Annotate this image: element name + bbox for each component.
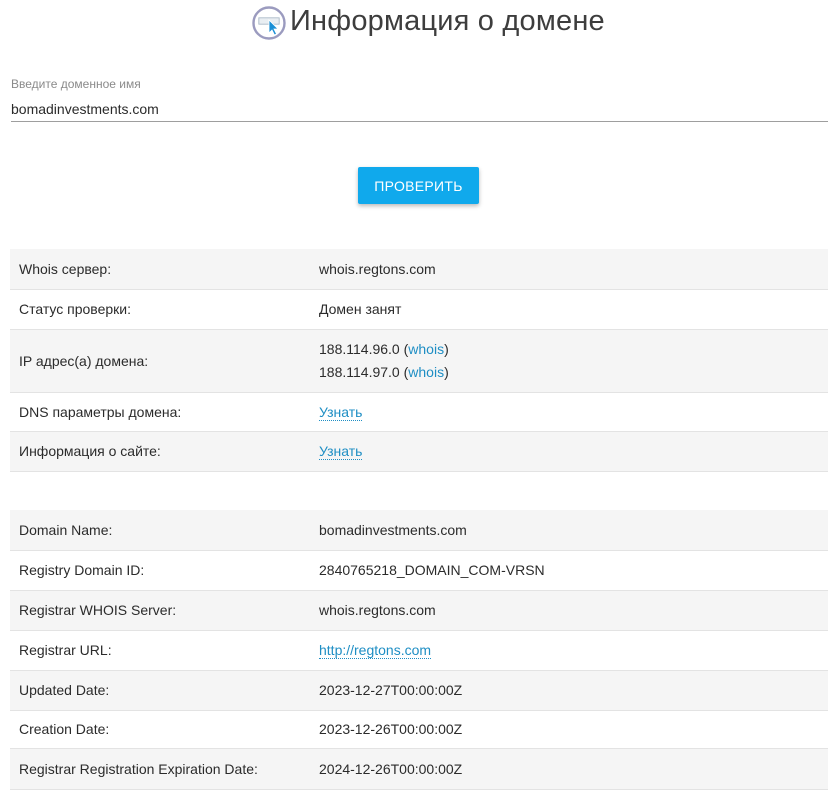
ip-whois-link[interactable]: whois [408, 341, 444, 357]
domain-search-icon [252, 6, 286, 40]
status-label: Статус проверки: [10, 289, 310, 330]
site-info-label: Информация о сайте: [10, 431, 310, 472]
registrar-url-link[interactable]: http://regtons.com [319, 642, 432, 659]
whois-table: Domain Name: bomadinvestments.com Regist… [10, 510, 828, 790]
domain-field-label: Введите доменное имя [11, 77, 141, 91]
table-row: Registrar URL: http://regtons.com [10, 630, 828, 671]
table-row: Информация о сайте: Узнать [10, 431, 828, 472]
whois-field-label: Updated Date: [10, 670, 310, 711]
summary-table: Whois сервер: whois.regtons.com Статус п… [10, 249, 828, 472]
whois-field-label: Registrar Registration Expiration Date: [10, 748, 310, 790]
page-title: Информация о домене [290, 5, 605, 37]
domain-input[interactable] [11, 96, 828, 122]
status-value: Домен занят [310, 289, 828, 330]
ip-line: 188.114.96.0 (whois) [319, 340, 449, 357]
table-row: Статус проверки: Домен занят [10, 289, 828, 330]
whois-field-label: Creation Date: [10, 710, 310, 749]
ip-whois-link[interactable]: whois [408, 364, 444, 380]
table-row: Registrar WHOIS Server: whois.regtons.co… [10, 590, 828, 631]
whois-field-label: Registrar URL: [10, 630, 310, 671]
page-header: Информация о домене [0, 0, 834, 50]
whois-field-value: 2023-12-27T00:00:00Z [310, 670, 828, 711]
ip-address: 188.114.97.0 [319, 363, 400, 380]
whois-field-value: bomadinvestments.com [310, 510, 828, 551]
table-row: Registry Domain ID: 2840765218_DOMAIN_CO… [10, 550, 828, 591]
table-row: Whois сервер: whois.regtons.com [10, 249, 828, 290]
table-row: Domain Name: bomadinvestments.com [10, 510, 828, 551]
whois-field-value: 2840765218_DOMAIN_COM-VRSN [310, 550, 828, 591]
whois-server-value: whois.regtons.com [310, 249, 828, 290]
dns-check-link[interactable]: Узнать [319, 403, 363, 421]
whois-field-value: 2023-12-26T00:00:00Z [310, 710, 828, 749]
site-info-value: Узнать [310, 431, 828, 472]
site-info-link[interactable]: Узнать [319, 443, 363, 460]
ip-address: 188.114.96.0 [319, 340, 400, 357]
table-row: Updated Date: 2023-12-27T00:00:00Z [10, 670, 828, 711]
ip-line: 188.114.97.0 (whois) [319, 363, 449, 380]
table-row: DNS параметры домена: Узнать [10, 392, 828, 432]
dns-value: Узнать [310, 392, 828, 432]
whois-field-label: Registrar WHOIS Server: [10, 590, 310, 631]
table-row: IP адрес(а) домена: 188.114.96.0 (whois)… [10, 329, 828, 393]
whois-field-label: Domain Name: [10, 510, 310, 551]
ip-values: 188.114.96.0 (whois) 188.114.97.0 (whois… [310, 329, 828, 393]
whois-field-label: Registry Domain ID: [10, 550, 310, 591]
dns-label: DNS параметры домена: [10, 392, 310, 432]
ip-label: IP адрес(а) домена: [10, 329, 310, 393]
whois-field-value: http://regtons.com [310, 630, 828, 671]
whois-field-value: whois.regtons.com [310, 590, 828, 631]
table-row: Creation Date: 2023-12-26T00:00:00Z [10, 710, 828, 749]
table-row: Registrar Registration Expiration Date: … [10, 748, 828, 790]
whois-server-label: Whois сервер: [10, 249, 310, 290]
check-button[interactable]: ПРОВЕРИТЬ [358, 167, 479, 204]
whois-field-value: 2024-12-26T00:00:00Z [310, 748, 828, 790]
